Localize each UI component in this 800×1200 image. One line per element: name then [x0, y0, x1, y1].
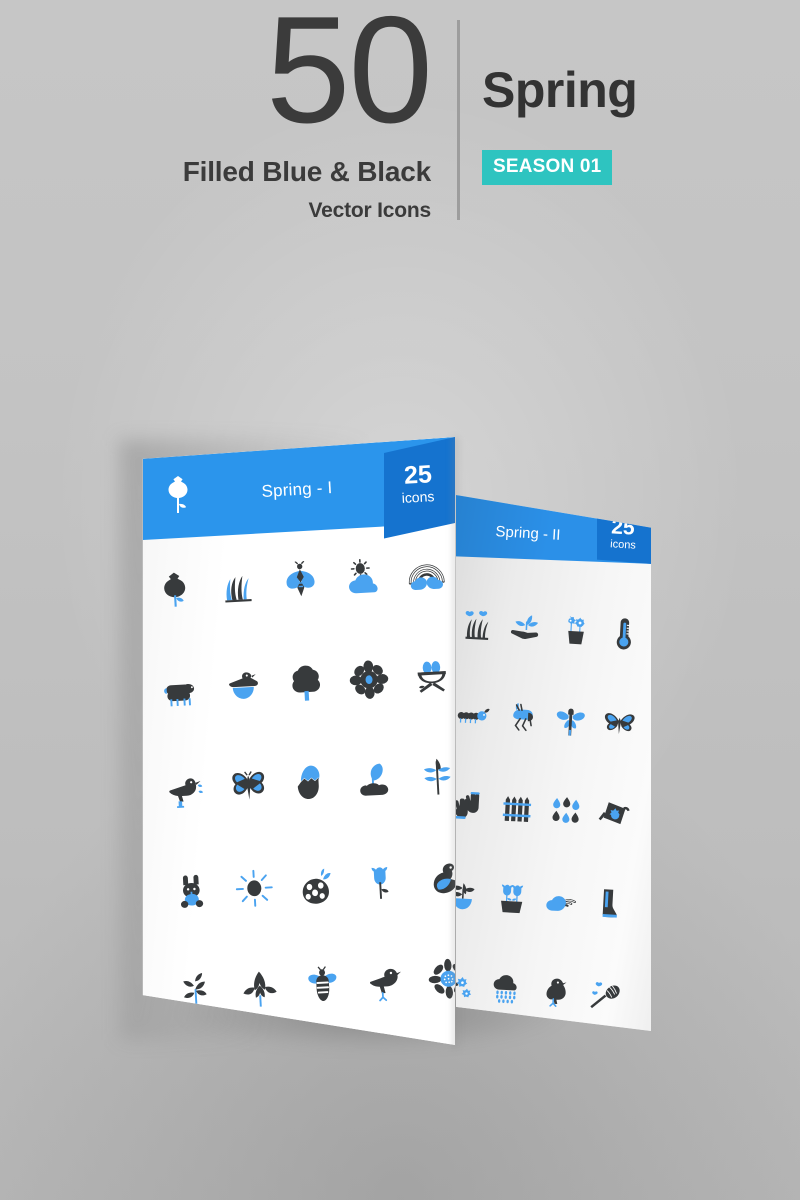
- icon-cell[interactable]: [534, 855, 588, 948]
- rose-icon: [164, 572, 186, 607]
- card-spring-1-icon-grid: [143, 523, 455, 1044]
- icon-cell[interactable]: [209, 634, 277, 738]
- rose-icon: [163, 473, 193, 515]
- icon-cell[interactable]: [272, 630, 340, 734]
- cloud-rainbow-icon: [546, 896, 576, 912]
- card-spring-2-count: 25: [610, 515, 636, 540]
- card-spring-2[interactable]: Spring - II 25 icons: [456, 495, 651, 1031]
- icon-cell[interactable]: [329, 526, 397, 630]
- bird-worm-icon: [169, 777, 204, 808]
- rabbit-icon: [181, 874, 204, 908]
- icon-cell[interactable]: [592, 677, 646, 770]
- rainbow-icon: [408, 563, 445, 590]
- icon-cell[interactable]: [392, 523, 455, 627]
- icon-cell[interactable]: [278, 731, 346, 835]
- icon-cell[interactable]: [544, 675, 598, 768]
- icon-cell[interactable]: [220, 836, 288, 940]
- icon-cell[interactable]: [335, 627, 403, 731]
- icon-cell[interactable]: [266, 530, 334, 634]
- sheep-icon: [164, 683, 195, 706]
- icon-cell[interactable]: [152, 738, 220, 842]
- caterpillar-icon: [458, 708, 491, 723]
- flower-pot-icon: [567, 616, 585, 645]
- butterfly-2-icon: [604, 712, 635, 734]
- icon-cell[interactable]: [143, 537, 209, 641]
- tulip-icon: [371, 866, 389, 899]
- bee-icon: [308, 965, 337, 1001]
- grasshopper-icon: [513, 702, 534, 731]
- songbird-icon: [369, 968, 401, 1001]
- icon-cell[interactable]: [485, 852, 539, 945]
- icon-cell[interactable]: [340, 728, 408, 832]
- leaf-icon: [243, 971, 277, 1007]
- icon-cell[interactable]: [158, 839, 226, 943]
- icon-cell[interactable]: [456, 579, 505, 672]
- icon-cell[interactable]: [204, 533, 272, 637]
- duck-nest-icon: [229, 671, 259, 699]
- card-stage: Spring - I 25 icons Spring - II 25 icons: [0, 0, 800, 1200]
- icon-cell[interactable]: [597, 587, 651, 680]
- bird-perched-icon: [546, 978, 567, 1007]
- fence-icon: [502, 796, 532, 822]
- rain-boot-icon: [602, 889, 617, 919]
- sun-icon: [236, 869, 273, 907]
- moth-icon: [286, 560, 315, 596]
- icon-cell[interactable]: [500, 582, 554, 675]
- grass-butterflies-icon: [465, 611, 489, 641]
- grass-icon: [225, 575, 252, 603]
- sun-cloud-icon: [348, 558, 378, 593]
- tree-icon: [292, 665, 320, 701]
- flower-icon: [349, 659, 389, 699]
- card-spring-1-count: 25: [403, 460, 433, 490]
- watering-can-icon: [598, 802, 630, 825]
- icon-cell[interactable]: [490, 762, 544, 855]
- icon-cell[interactable]: [147, 637, 215, 741]
- raindrops-icon: [552, 797, 580, 823]
- card-spring-2-icon-grid: [456, 579, 651, 1031]
- card-spring-1[interactable]: Spring - I 25 icons: [142, 437, 455, 1045]
- butterfly-net-icon: [589, 981, 620, 1008]
- icon-cell[interactable]: [539, 765, 593, 858]
- butterfly-icon: [232, 770, 265, 800]
- icon-cell[interactable]: [215, 735, 283, 839]
- icon-cell[interactable]: [495, 672, 549, 765]
- cracked-egg-icon: [297, 765, 320, 799]
- decorated-egg-icon: [302, 868, 331, 904]
- rain-cloud-icon: [493, 974, 517, 1004]
- card-spring-2-count-label: icons: [609, 538, 637, 552]
- hand-sprout-icon: [511, 615, 539, 640]
- sprout-soil-icon: [359, 763, 388, 796]
- card-spring-1-title: Spring - I: [260, 478, 333, 501]
- tulips-pot-icon: [501, 884, 524, 914]
- icon-cell[interactable]: [351, 930, 419, 1034]
- card-spring-1-count-label: icons: [401, 488, 435, 506]
- icon-cell[interactable]: [283, 832, 351, 936]
- icon-cell[interactable]: [582, 858, 636, 951]
- dragonfly-icon: [556, 708, 585, 736]
- thermometer-icon: [616, 618, 631, 650]
- icon-cell[interactable]: [346, 829, 414, 933]
- icon-cell[interactable]: [587, 767, 641, 860]
- icon-cell[interactable]: [548, 584, 602, 677]
- nest-eggs-icon: [417, 660, 446, 693]
